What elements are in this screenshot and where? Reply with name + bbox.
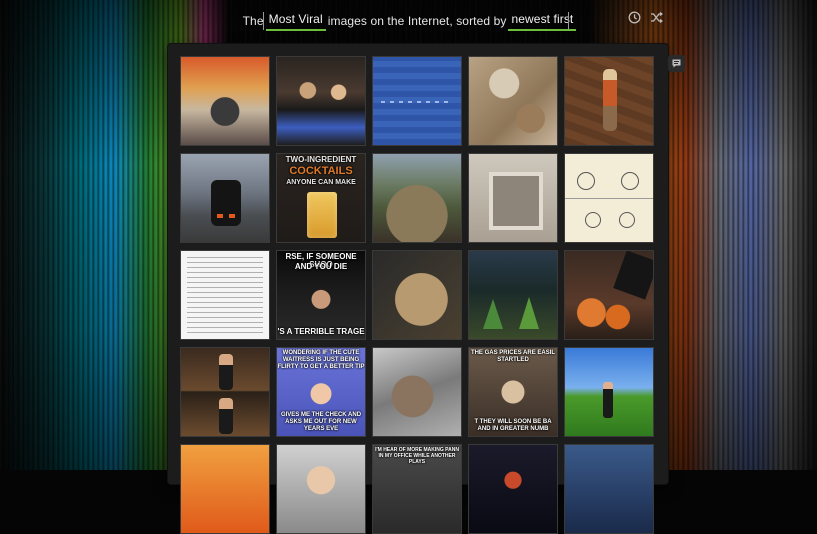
- header-divider-left: [263, 12, 264, 30]
- filter-dropdown[interactable]: Most Viral: [265, 12, 326, 31]
- header-prefix: The: [242, 14, 264, 28]
- thumb-talkshow[interactable]: [180, 347, 270, 437]
- thumb-caption-top: THE GAS PRICES ARE EASIL: [470, 350, 556, 356]
- header-middle-text: images on the Internet, sorted by: [327, 14, 507, 28]
- header-divider-right: [568, 12, 569, 30]
- shuffle-icon[interactable]: [648, 9, 664, 25]
- thumb-obiwan-meme[interactable]: THE GAS PRICES ARE EASIL STARTLED T THEY…: [468, 347, 558, 437]
- thumb-caption-top: TWO-INGREDIENT: [285, 155, 357, 164]
- thumb-caption-bottom: T THEY WILL SOON BE BA AND IN GREATER NU…: [474, 419, 552, 432]
- thumb-caption-mid: WAITRESS IS JUST BEING FLIRTY TO GET A B…: [277, 357, 365, 370]
- thumb-caption-bottom: GIVES ME THE CHECK AND ASKS ME OUT FOR N…: [280, 412, 362, 432]
- thumb-text-document[interactable]: [180, 250, 270, 340]
- chat-bubble-icon[interactable]: [668, 55, 685, 72]
- thumb-action-figure[interactable]: [564, 56, 654, 146]
- image-grid-panel: TWO-INGREDIENT COCKTAILS ANYONE CAN MAKE…: [168, 44, 668, 534]
- thumb-caption-top: WONDERING IF THE CUTE: [282, 350, 360, 356]
- thumb-caption-top: I'M HEAR OF MORE MAKING PANN IN MY OFFIC…: [375, 447, 459, 465]
- thumb-concrete-box[interactable]: [468, 153, 558, 243]
- header-bar: The Most Viral images on the Internet, s…: [0, 8, 817, 34]
- thumb-cocktails[interactable]: TWO-INGREDIENT COCKTAILS ANYONE CAN MAKE: [276, 153, 366, 243]
- thumb-fisheye-yard[interactable]: [372, 153, 462, 243]
- thumb-person-portrait[interactable]: [276, 444, 366, 534]
- thumb-dark-scene[interactable]: [468, 444, 558, 534]
- thumb-orange-cartoon[interactable]: [180, 444, 270, 534]
- thumb-floor-debris[interactable]: [468, 56, 558, 146]
- thumb-hand-orange[interactable]: [564, 250, 654, 340]
- thumb-success-kid[interactable]: WONDERING IF THE CUTE WAITRESS IS JUST B…: [276, 347, 366, 437]
- thumb-anime-art[interactable]: [564, 444, 654, 534]
- image-grid: TWO-INGREDIENT COCKTAILS ANYONE CAN MAKE…: [180, 56, 654, 534]
- thumb-cat-blur[interactable]: [372, 347, 462, 437]
- thumb-sketch-comic[interactable]: [564, 153, 654, 243]
- thumb-caption-bottom: 'S A TERRIBLE TRAGE: [277, 327, 365, 336]
- thumb-meme-comedian[interactable]: RSE, IF SOMEONE SHOO AND YOU DIE 'S A TE…: [276, 250, 366, 340]
- thumb-windows-xp[interactable]: [564, 347, 654, 437]
- thumb-caption-mid: AND YOU DIE: [294, 262, 348, 271]
- thumb-caption-mid: STARTLED: [497, 357, 529, 363]
- clock-icon[interactable]: [626, 9, 642, 25]
- thumb-caption-mid: COCKTAILS: [289, 165, 353, 177]
- thumb-bar-couple[interactable]: [276, 56, 366, 146]
- thumb-gnome-meme[interactable]: [468, 250, 558, 340]
- thumb-motorcycle-street[interactable]: [180, 153, 270, 243]
- thumb-text-meme[interactable]: I'M HEAR OF MORE MAKING PANN IN MY OFFIC…: [372, 444, 462, 534]
- thumb-boot-closeup[interactable]: [372, 250, 462, 340]
- thumb-caption-bottom: ANYONE CAN MAKE: [286, 179, 356, 186]
- sort-dropdown[interactable]: newest first: [508, 12, 577, 31]
- thumb-comic-motorcycle[interactable]: [180, 56, 270, 146]
- thumb-blue-fabric[interactable]: [372, 56, 462, 146]
